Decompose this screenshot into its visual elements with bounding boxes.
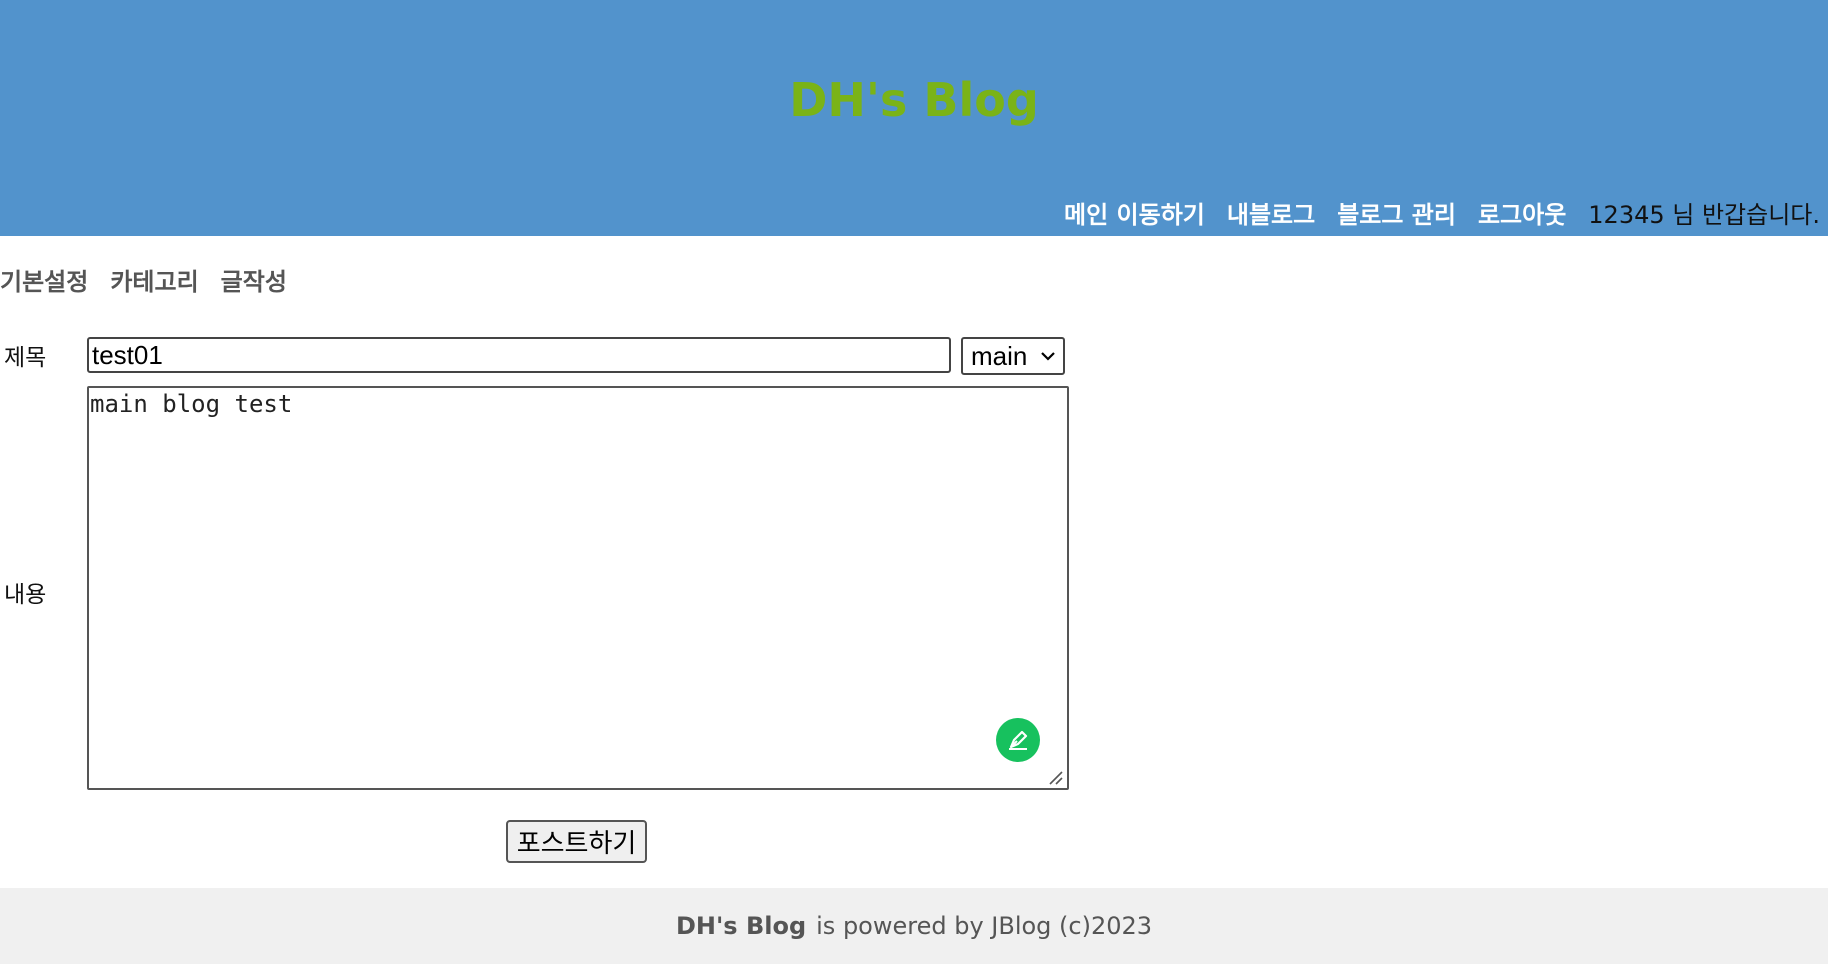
admin-menu: 기본설정 카테고리 글작성 bbox=[0, 262, 309, 297]
admin-menu-write[interactable]: 글작성 bbox=[221, 262, 287, 297]
resize-handle-icon[interactable] bbox=[1046, 768, 1064, 786]
nav-logout-link[interactable]: 로그아웃 bbox=[1478, 195, 1566, 230]
post-button[interactable]: 포스트하기 bbox=[506, 820, 647, 863]
footer-text: is powered by JBlog (c)2023 bbox=[816, 912, 1153, 940]
page: DH's Blog 메인 이동하기 내블로그 블로그 관리 로그아웃 12345… bbox=[0, 0, 1828, 964]
title-input[interactable] bbox=[87, 337, 951, 373]
site-header: DH's Blog 메인 이동하기 내블로그 블로그 관리 로그아웃 12345… bbox=[0, 0, 1828, 236]
site-title[interactable]: DH's Blog bbox=[0, 64, 1828, 136]
user-greeting: 12345 님 반갑습니다. bbox=[1588, 200, 1820, 229]
footer-brand: DH's Blog bbox=[675, 912, 807, 940]
nav-main-link[interactable]: 메인 이동하기 bbox=[1064, 195, 1205, 230]
admin-menu-basic-settings[interactable]: 기본설정 bbox=[0, 262, 88, 297]
pen-icon bbox=[1009, 730, 1028, 750]
site-footer: DH's Blog is powered by JBlog (c)2023 bbox=[0, 888, 1828, 964]
chevron-down-icon bbox=[1041, 352, 1055, 361]
admin-menu-category[interactable]: 카테고리 bbox=[110, 262, 198, 297]
nav-my-blog-link[interactable]: 내블로그 bbox=[1227, 195, 1315, 230]
top-nav: 메인 이동하기 내블로그 블로그 관리 로그아웃 12345 님 반갑습니다. bbox=[1042, 192, 1820, 232]
title-label: 제목 bbox=[4, 345, 47, 371]
content-label: 내용 bbox=[4, 582, 47, 608]
content-textarea[interactable]: main blog test bbox=[87, 386, 1069, 790]
pen-assist-button[interactable] bbox=[996, 718, 1040, 762]
nav-blog-admin-link[interactable]: 블로그 관리 bbox=[1337, 195, 1456, 230]
category-select-value: main bbox=[971, 340, 1028, 371]
category-select[interactable]: main bbox=[961, 337, 1065, 375]
